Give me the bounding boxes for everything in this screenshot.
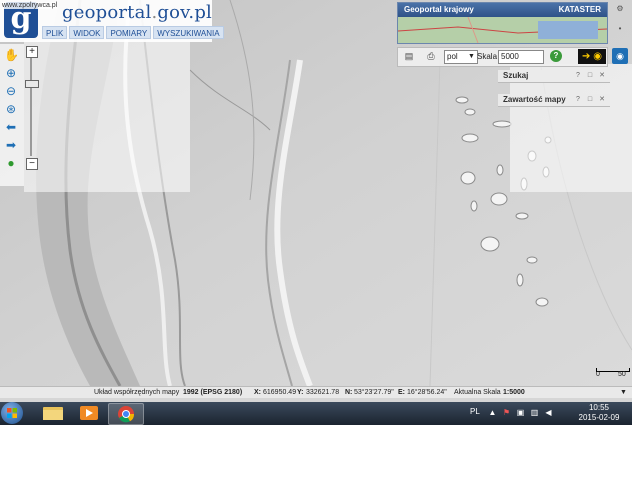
layers-icon[interactable]: ▤ <box>404 51 414 61</box>
next-view-icon[interactable]: ➡ <box>4 138 18 152</box>
help-icon[interactable]: ? <box>550 50 562 62</box>
flag-icon[interactable]: ⚑ <box>502 408 511 417</box>
watermark: www.zpolrywca.pl <box>2 2 58 9</box>
scale-label: Skala <box>477 52 498 61</box>
start-button[interactable] <box>1 402 23 424</box>
scale-input[interactable]: 5000 <box>498 50 544 64</box>
close-icon[interactable]: ✕ <box>598 96 606 104</box>
clock-time: 10:55 <box>588 403 610 412</box>
chrome-icon <box>118 406 135 423</box>
menu-widok[interactable]: WIDOK <box>69 26 105 39</box>
zoom-minus-button[interactable]: − <box>26 158 38 170</box>
scale-bar: 0 50 <box>596 366 630 382</box>
map-tools: ✋ ⊕ ⊖ ⊛ ⬅ ➡ ● <box>0 44 24 186</box>
media-player-task[interactable] <box>72 403 106 423</box>
zoom-plus-button[interactable]: + <box>26 46 38 58</box>
brand-prefix: geoportal <box>62 2 152 23</box>
minimize-icon[interactable]: □ <box>586 96 594 104</box>
pan-hand-icon[interactable]: ✋ <box>4 48 19 62</box>
windows-taskbar: PL ▲ ⚑ ▣ ▥ ◀ 10:55 2015-02-09 <box>0 402 632 425</box>
application-window: g geoportal.gov.pl PLIK WIDOK POMIARY WY… <box>0 0 632 425</box>
folder-icon-front <box>43 410 63 420</box>
folder-icon <box>43 407 63 420</box>
map-toolbar: ▤ ⎙ pol ▼ Skala 5000 ? ➔ ◉ <box>397 47 608 67</box>
close-icon[interactable]: ✕ <box>598 72 606 80</box>
windows-logo-pane <box>12 413 17 418</box>
language-indicator[interactable]: PL <box>470 407 480 416</box>
scale-bar-start: 0 <box>596 371 600 378</box>
menu-wyszukiwania[interactable]: WYSZUKIWANIA <box>153 26 224 39</box>
menu-plik[interactable]: PLIK <box>42 26 68 39</box>
clock-date: 2015-02-09 <box>578 413 620 422</box>
dot-icon[interactable]: • <box>613 24 627 36</box>
windows-logo-pane <box>12 408 17 413</box>
right-panel-overlay <box>510 64 632 192</box>
zoom-thumb[interactable] <box>25 80 39 88</box>
overview-map-water <box>538 21 598 39</box>
device-icon[interactable]: ▣ <box>516 408 525 417</box>
overview-map-title: Geoportal krajowy <box>404 5 474 14</box>
map-contents-panel-header[interactable]: Zawartość mapy ? □ ✕ <box>498 94 610 107</box>
file-explorer-task[interactable] <box>36 403 70 423</box>
scale-bar-end: 50 <box>618 371 626 378</box>
zoom-out-icon[interactable]: ⊖ <box>4 84 18 98</box>
overview-map-thumbnail[interactable] <box>398 17 607 43</box>
menu-pomiary[interactable]: POMIARY <box>106 26 152 39</box>
brand-suffix: gov.pl <box>157 2 213 23</box>
zoom-extent-icon[interactable]: ⊛ <box>4 102 18 116</box>
windows-logo-pane <box>7 413 12 418</box>
overview-map-header: Geoportal krajowy KATASTER <box>398 3 607 17</box>
print-icon[interactable]: ⎙ <box>426 51 436 61</box>
media-player-icon <box>80 406 98 420</box>
brand-title: geoportal.gov.pl <box>62 2 212 23</box>
search-panel-title: Szukaj <box>503 71 529 80</box>
system-clock[interactable]: 10:55 2015-02-09 <box>576 403 622 423</box>
windows-logo-icon <box>7 408 17 418</box>
previous-view-icon[interactable]: ⬅ <box>4 120 18 134</box>
main-menu: PLIK WIDOK POMIARY WYSZUKIWANIA <box>42 26 224 39</box>
search-panel-header[interactable]: Szukaj ? □ ✕ <box>498 70 610 83</box>
info-icon[interactable]: ● <box>4 156 18 170</box>
minimize-icon[interactable]: □ <box>586 72 594 80</box>
help-icon[interactable]: ? <box>574 96 582 104</box>
map-contents-panel-title: Zawartość mapy <box>503 95 566 104</box>
eye-icon[interactable]: ◉ <box>612 48 628 64</box>
overview-map[interactable]: Geoportal krajowy KATASTER <box>397 2 608 44</box>
windows-logo-pane <box>7 408 12 413</box>
gear-icon[interactable]: ⚙ <box>613 4 627 16</box>
chrome-icon-center <box>122 410 130 418</box>
toolbar-overlay <box>24 40 190 192</box>
volume-icon[interactable]: ◀ <box>544 408 553 417</box>
cadastre-layer-link[interactable]: KATASTER <box>559 5 601 14</box>
visibility-eye-icon[interactable]: ➔ ◉ <box>578 49 606 64</box>
zoom-in-icon[interactable]: ⊕ <box>4 66 18 80</box>
show-hidden-icons-icon[interactable]: ▲ <box>488 408 497 417</box>
zoom-slider[interactable]: + − <box>24 46 39 170</box>
help-icon[interactable]: ? <box>574 72 582 80</box>
network-icon[interactable]: ▥ <box>530 408 539 417</box>
zoom-track[interactable] <box>30 58 32 156</box>
chrome-task[interactable] <box>108 403 144 425</box>
